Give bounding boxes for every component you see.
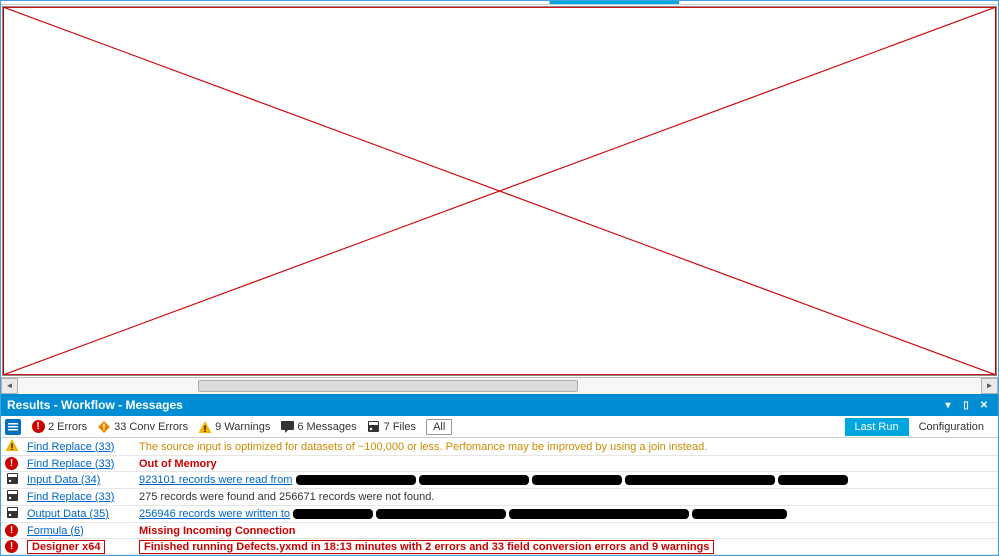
filter-all-label: All [426,419,452,435]
panel-close-icon[interactable]: ✕ [976,397,992,413]
panel-title-text: Results - Workflow - Messages [7,398,183,412]
svg-text:!: ! [103,422,106,432]
filter-label: 33 Conv Errors [114,421,188,433]
filter-label: 6 Messages [297,421,356,433]
filter-warnings[interactable]: ! 9 Warnings [198,420,270,434]
message-text: Out of Memory [139,458,217,470]
message-row: Input Data (34) 923101 records were read … [1,472,998,489]
filter-all[interactable]: All [426,419,452,435]
error-icon: ! [32,420,45,433]
svg-text:!: ! [204,424,207,434]
message-row: Output Data (35) 256946 records were writ… [1,506,998,523]
redacted-text [419,475,529,485]
message-row: Find Replace (33) 275 records were found … [1,489,998,506]
filter-list-view[interactable] [5,419,21,435]
save-icon [5,489,19,505]
scroll-right-button[interactable]: ► [981,378,998,394]
scroll-thumb[interactable] [198,380,578,392]
warning-icon: ! [5,438,19,455]
results-filter-bar: ! 2 Errors ! 33 Conv Errors ! 9 Warnings… [1,416,998,438]
error-icon: ! [5,540,18,553]
panel-pin-icon[interactable]: ▯ [958,397,974,413]
results-message-list: ! Find Replace (33) The source input is op… [1,438,998,555]
warning-icon: ! [198,420,212,434]
top-tab-strip [1,1,998,5]
redacted-text [296,475,416,485]
filter-errors[interactable]: ! 2 Errors [31,420,87,434]
tool-link[interactable]: Input Data (34) [27,474,100,486]
message-icon [280,420,294,434]
files-icon [367,420,381,434]
save-icon [5,506,19,522]
tool-link[interactable]: Find Replace (33) [27,441,114,453]
tool-link[interactable]: Find Replace (33) [27,491,114,503]
save-icon [5,472,19,488]
scroll-left-button[interactable]: ◄ [1,378,18,394]
message-text[interactable]: 923101 records were read from [139,474,292,486]
workflow-canvas[interactable] [2,6,997,376]
tab-configuration[interactable]: Configuration [909,418,994,436]
scroll-track[interactable] [18,378,981,394]
filter-conv-errors[interactable]: ! 33 Conv Errors [97,420,188,434]
horizontal-scrollbar[interactable]: ◄ ► [1,377,998,394]
redacted-text [509,509,689,519]
message-text: The source input is optimized for datase… [139,441,707,453]
tool-link[interactable]: Find Replace (33) [27,458,114,470]
tab-last-run[interactable]: Last Run [845,418,909,436]
message-text: Missing Incoming Connection [139,525,295,537]
filter-files[interactable]: 7 Files [367,420,416,434]
message-row: ! Find Replace (33) Out of Memory [1,456,998,472]
filter-label: 2 Errors [48,421,87,433]
message-row: ! Formula (6) Missing Incoming Connection [1,523,998,539]
svg-text:!: ! [11,442,14,452]
redacted-text [376,509,506,519]
filter-messages[interactable]: 6 Messages [280,420,356,434]
message-row: ! Designer x64 Finished running Defects.yx… [1,539,998,555]
filter-label: 7 Files [384,421,416,433]
panel-dropdown-icon[interactable]: ▾ [940,397,956,413]
message-row: ! Find Replace (33) The source input is op… [1,438,998,456]
redacted-text [692,509,787,519]
error-icon: ! [5,457,18,470]
results-panel-title: Results - Workflow - Messages ▾ ▯ ✕ [1,394,998,416]
tool-link[interactable]: Output Data (35) [27,508,109,520]
list-icon [5,419,21,435]
redacted-text [293,509,373,519]
filter-label: 9 Warnings [215,421,270,433]
tool-link[interactable]: Formula (6) [27,525,84,537]
message-text: 275 records were found and 256671 record… [139,491,434,503]
redacted-text [532,475,622,485]
error-icon: ! [5,524,18,537]
conv-error-icon: ! [97,420,111,434]
redacted-text [778,475,848,485]
finish-message: Finished running Defects.yxmd in 18:13 m… [139,540,714,554]
redacted-text [625,475,775,485]
app-name: Designer x64 [27,540,105,554]
message-text[interactable]: 256946 records were written to [139,508,290,520]
